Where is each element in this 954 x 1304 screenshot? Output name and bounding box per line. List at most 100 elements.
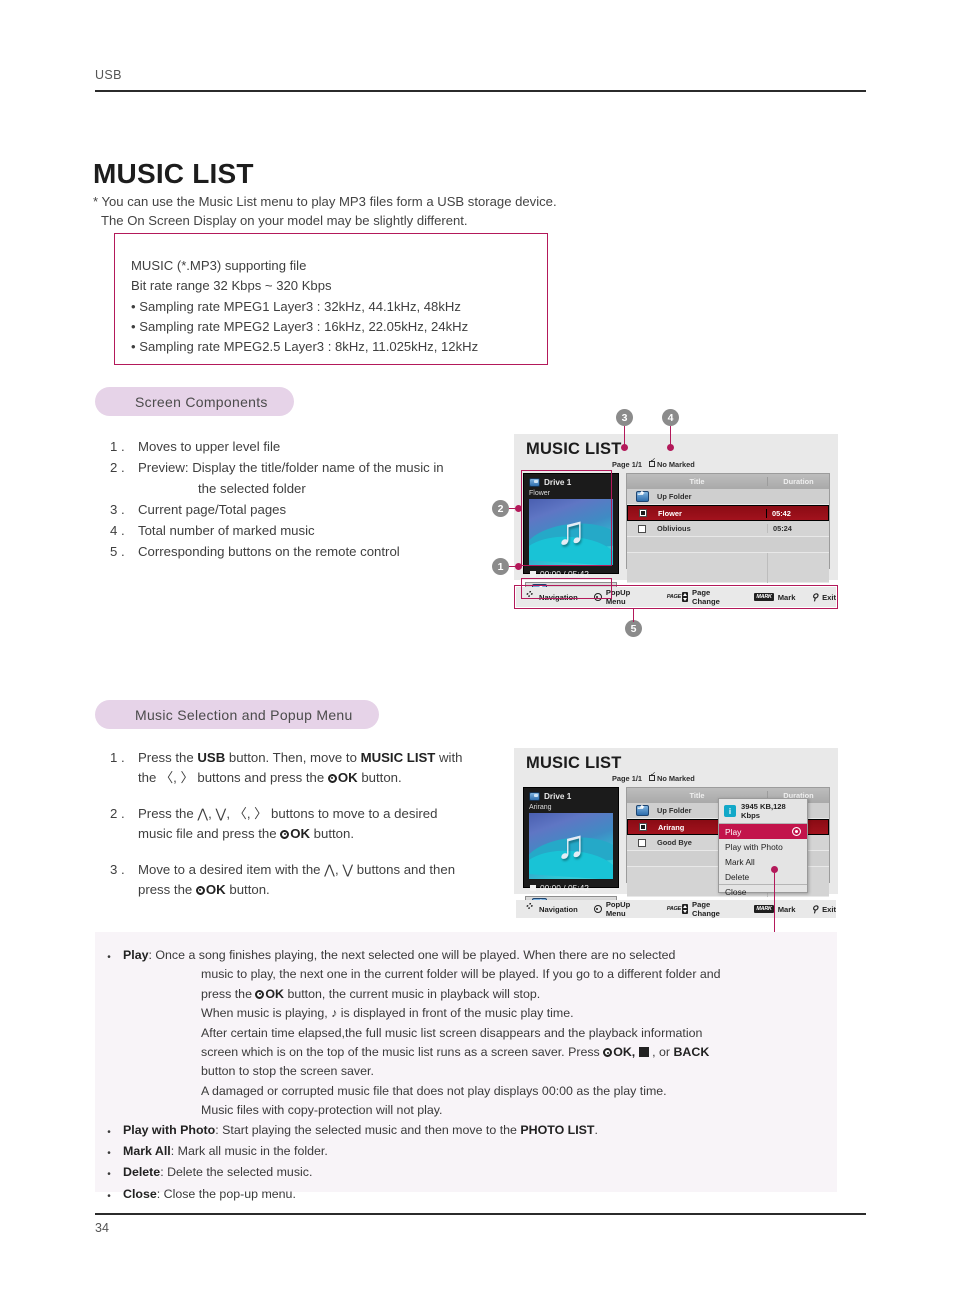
popup-item-mark-all[interactable]: Mark All	[719, 854, 807, 869]
music-table: Title Duration Up Folder Flower 05:42 Ob…	[626, 473, 830, 583]
intro-text: * You can use the Music List menu to pla…	[93, 192, 693, 230]
spec-line-3: • Sampling rate MPEG1 Layer3 : 32kHz, 44…	[131, 298, 461, 314]
button-page-change[interactable]: PAGE Page Change	[667, 900, 739, 918]
checkbox-icon[interactable]	[639, 823, 647, 831]
row-icon[interactable]	[628, 823, 658, 831]
description-body: Play: Once a song finishes playing, the …	[123, 946, 837, 1121]
bullet-icon: •	[107, 1169, 111, 1181]
popup-item-play[interactable]: Play	[719, 824, 807, 839]
annotation-box-preview	[521, 470, 612, 566]
bullet-icon: •	[107, 1148, 111, 1160]
step-text: the 〈, 〉 buttons and press the	[138, 769, 328, 785]
row-icon[interactable]	[627, 838, 657, 847]
checkbox-icon[interactable]	[639, 509, 647, 517]
desc-line: music to play, the next one in the curre…	[201, 967, 721, 982]
checkbox-icon[interactable]	[638, 838, 646, 847]
list-text: Corresponding buttons on the remote cont…	[138, 541, 510, 562]
page-key-box	[682, 904, 689, 914]
music-note-icon: ♫	[556, 823, 586, 868]
button-popup-menu[interactable]: PopUp Menu	[593, 900, 651, 918]
popup-item-close[interactable]: Close	[719, 884, 807, 899]
ok-label: OK	[290, 825, 310, 841]
row-duration	[767, 552, 829, 583]
running-head: USB	[95, 68, 122, 82]
section-header-music-selection: Music Selection and Popup Menu	[95, 700, 379, 729]
step-text: button.	[225, 881, 270, 897]
album-art: ♫	[529, 813, 613, 879]
row-duration: 05:24	[767, 524, 829, 533]
marked-indicator: No Marked	[649, 458, 695, 469]
button-navigation[interactable]: Navigation	[524, 900, 578, 915]
list-item: 4 . Total number of marked music	[110, 520, 510, 541]
description-bullets: • Play with Photo: Start playing the sel…	[95, 1121, 837, 1207]
term-label: Play with Photo	[123, 1122, 216, 1137]
list-text-continuation: the selected folder	[198, 481, 306, 496]
popup-menu: i 3945 KB,128 Kbps Play Play with Photo …	[718, 798, 808, 897]
desc-line: screen which is on the top of the music …	[201, 1045, 710, 1060]
popup-item-label: Mark All	[725, 856, 755, 867]
button-exit[interactable]: ⚲ Exit	[811, 904, 836, 915]
table-row[interactable]: Up Folder	[627, 489, 829, 505]
list-text: Total number of marked music	[138, 520, 510, 541]
spec-line-5: • Sampling rate MPEG2.5 Layer3 : 8kHz, 1…	[131, 339, 479, 355]
step-text: Press the	[138, 750, 198, 765]
annotation-box-buttonbar	[514, 585, 838, 609]
button-label: PopUp Menu	[605, 900, 631, 918]
row-icon[interactable]	[628, 509, 658, 517]
list-text: Move to a desired item with the ⋀, ⋁ but…	[138, 860, 515, 899]
list-text: Press the USB button. Then, move to MUSI…	[138, 748, 515, 787]
checkbox-icon[interactable]	[638, 524, 646, 533]
supported-format-box: MUSIC (*.MP3) supporting file Bit rate r…	[114, 233, 548, 365]
marked-check-icon	[649, 458, 655, 467]
list-item: 2 . Preview: Display the title/folder na…	[110, 457, 510, 499]
mark-key-icon: MARK	[754, 905, 774, 913]
desc-line: : Close the pop-up menu.	[156, 1186, 296, 1201]
description-body: Delete: Delete the selected music.	[123, 1163, 837, 1184]
table-row[interactable]: Flower 05:42	[627, 505, 829, 521]
list-text: Moves to upper level file	[138, 436, 510, 457]
list-number: 1 .	[110, 750, 125, 765]
popup-callout-leader	[774, 870, 776, 932]
ok-button-icon	[603, 1048, 613, 1058]
osd-title: MUSIC LIST	[526, 754, 622, 772]
header-rule	[95, 90, 866, 92]
section-header-label: Music Selection and Popup Menu	[135, 706, 353, 723]
ok-button-icon	[255, 989, 265, 999]
term-label: Play	[123, 948, 149, 962]
callout-dot-3	[621, 444, 628, 451]
bullet-icon: •	[107, 1190, 111, 1202]
playback-time-row: 00:00 / 05:42	[524, 879, 618, 897]
playback-time: 00:00 / 05:42	[540, 883, 589, 893]
preview-panel: Drive 1 Arirang ♫ 00:00 / 05:42	[523, 787, 619, 893]
table-row	[627, 537, 829, 553]
page-indicator: Page 1/1	[612, 774, 642, 783]
term-label: Mark All	[123, 1144, 171, 1159]
list-number: 5 .	[110, 544, 125, 559]
footer-rule	[95, 1213, 866, 1215]
music-list-screen-2: MUSIC LIST Page 1/1 No Marked Drive 1 Ar…	[514, 748, 838, 913]
ok-label: OK	[337, 769, 358, 785]
list-text: Preview: Display the title/folder name o…	[138, 457, 510, 499]
spec-line-4: • Sampling rate MPEG2 Layer3 : 16kHz, 22…	[131, 318, 469, 334]
row-icon[interactable]	[627, 524, 657, 533]
file-info-label: 3945 KB,128 Kbps	[741, 802, 786, 820]
popup-item-delete[interactable]: Delete	[719, 869, 807, 884]
spec-line-1: MUSIC (*.MP3) supporting file	[131, 258, 307, 273]
button-label: Page Change	[692, 900, 720, 918]
page-title: MUSIC LIST	[93, 158, 254, 189]
osd-meta: Page 1/1 No Marked	[612, 458, 695, 469]
table-row[interactable]: Oblivious 05:24	[627, 521, 829, 537]
spec-line-2: Bit rate range 32 Kbps ~ 320 Kbps	[131, 278, 332, 294]
callout-dot-4	[667, 444, 674, 451]
marked-label: No Marked	[657, 460, 695, 469]
term-label: Delete	[123, 1165, 161, 1180]
desc-line: .	[594, 1122, 598, 1137]
step-text: button.	[357, 769, 402, 785]
list-text-line: Moves to upper level file	[138, 439, 281, 454]
page-indicator: Page 1/1	[612, 460, 642, 469]
drive-label-row: Drive 1	[524, 788, 618, 803]
description-play-with-photo: • Play with Photo: Start playing the sel…	[95, 1121, 837, 1142]
desc-line: button to stop the screen saver.	[201, 1064, 374, 1079]
popup-item-play-with-photo[interactable]: Play with Photo	[719, 839, 807, 854]
step-text: Press the ⋀, ⋁, 〈, 〉 buttons to move to …	[138, 806, 438, 821]
